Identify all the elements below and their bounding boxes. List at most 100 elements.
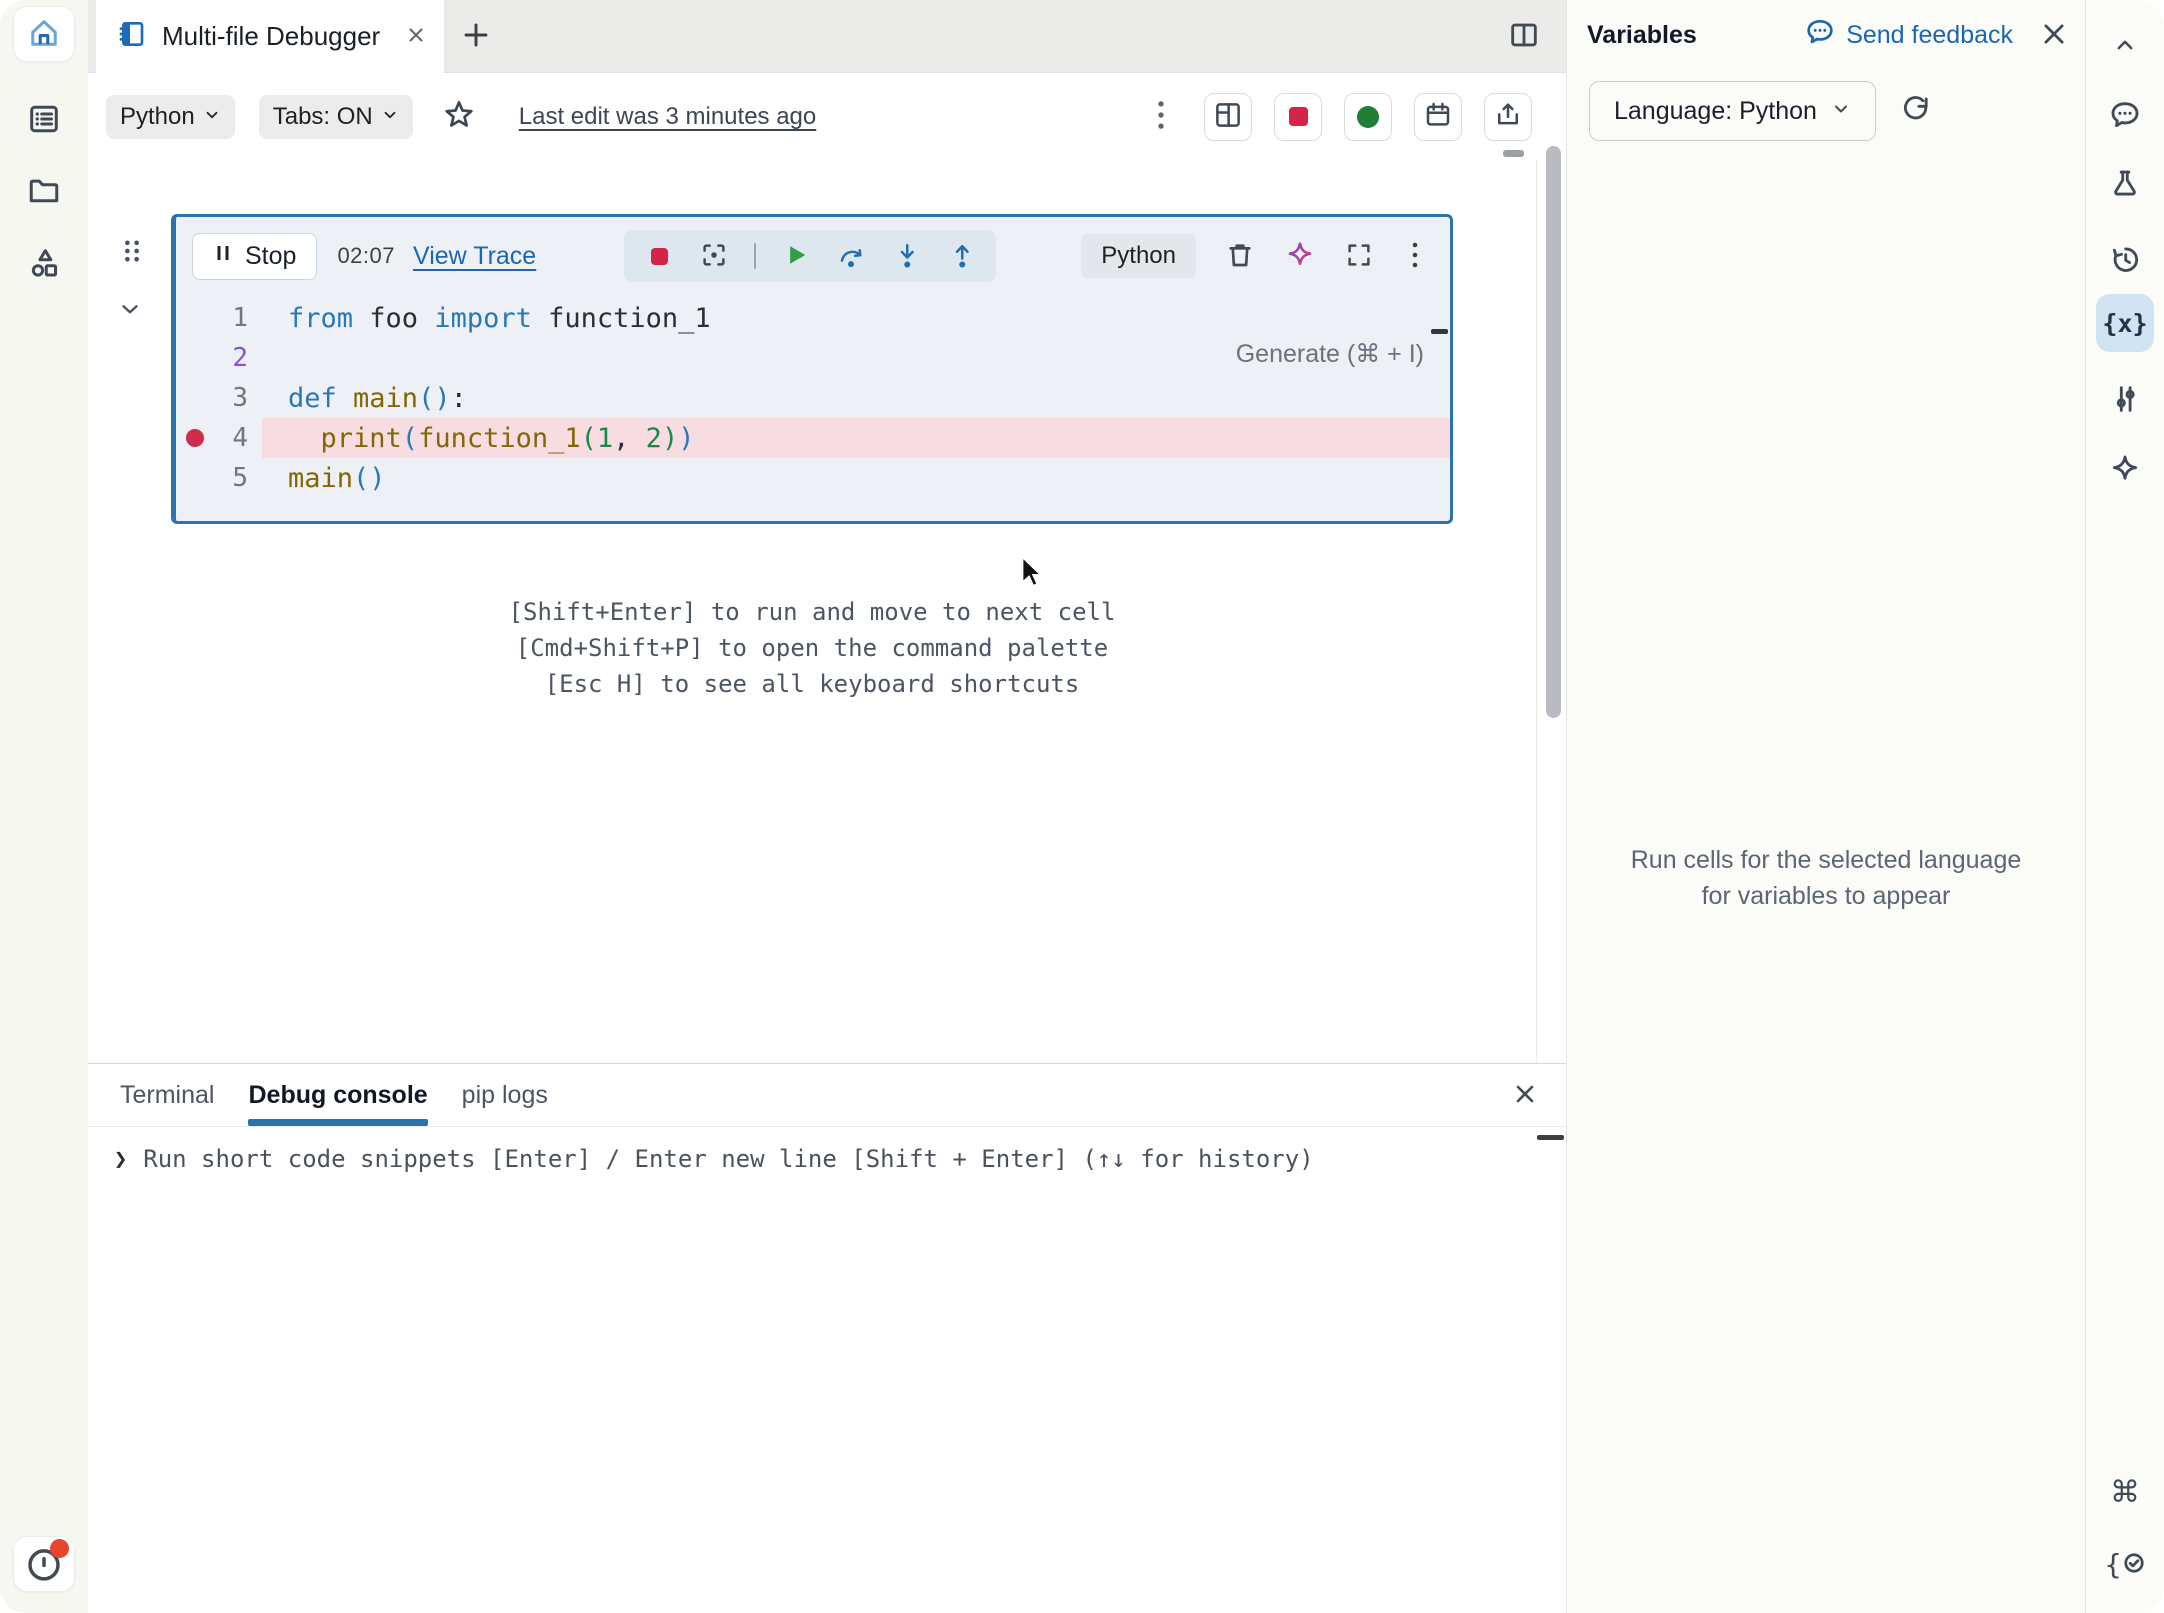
- stop-machine-button[interactable]: [1274, 93, 1322, 141]
- code-line-breakpoint[interactable]: 4 print(function_1(1, 2)): [176, 418, 1450, 458]
- tab-debug-console[interactable]: Debug console: [248, 1064, 427, 1126]
- tab-title: Multi-file Debugger: [162, 21, 390, 52]
- stop-debugger-button[interactable]: [644, 241, 674, 271]
- settings-sliders-button[interactable]: [2097, 376, 2153, 424]
- code-token: :: [451, 383, 467, 414]
- code-token: (: [402, 423, 418, 454]
- refresh-variables-button[interactable]: [1896, 91, 1936, 131]
- fullscreen-button[interactable]: [1344, 240, 1374, 273]
- code-snippets-button[interactable]: {: [2097, 1540, 2153, 1588]
- history-clock-button[interactable]: [13, 1536, 75, 1592]
- code-token: (): [418, 383, 451, 414]
- tab-pip-logs[interactable]: pip logs: [462, 1064, 548, 1126]
- last-edit-link[interactable]: Last edit was 3 minutes ago: [519, 103, 817, 131]
- right-icon-rail: {x} ⌘ {: [2085, 0, 2164, 1613]
- toolbar-right-actions: [1144, 93, 1548, 141]
- notebook-toolbar: Python Tabs: ON Last edit was 3 minutes: [88, 73, 1566, 160]
- console-placeholder: Run short code snippets [Enter] / Enter …: [143, 1145, 1313, 1173]
- cell-more-options-button[interactable]: [1402, 237, 1428, 276]
- console-close-button[interactable]: [1510, 1080, 1540, 1110]
- sidebar-item-files[interactable]: [13, 164, 75, 220]
- breakpoint-icon[interactable]: [186, 429, 204, 447]
- cell-language-badge[interactable]: Python: [1081, 234, 1196, 278]
- code-token: main: [353, 383, 418, 414]
- console-input[interactable]: ❯ Run short code snippets [Enter] / Ente…: [88, 1127, 1566, 1173]
- code-token: [288, 423, 321, 454]
- step-over-button[interactable]: [836, 241, 866, 271]
- tab-close-button[interactable]: [404, 23, 428, 50]
- shapes-icon: [26, 245, 62, 284]
- console-scroll-indicator[interactable]: [1537, 1135, 1564, 1140]
- plus-icon: [460, 19, 492, 54]
- cell-collapse-button[interactable]: [117, 296, 143, 325]
- command-palette-button[interactable]: ⌘: [2097, 1468, 2153, 1516]
- schedule-button[interactable]: [1414, 93, 1462, 141]
- step-out-button[interactable]: [946, 241, 976, 271]
- home-button[interactable]: [13, 6, 75, 62]
- chevron-down-icon: [1831, 97, 1851, 126]
- history-panel-button[interactable]: [2097, 236, 2153, 284]
- favorite-star-button[interactable]: [437, 95, 481, 139]
- divider: [754, 243, 756, 269]
- code-line[interactable]: 5 main(): [176, 458, 1450, 498]
- variables-language-row: Language: Python: [1589, 81, 2085, 141]
- brace-glyph: {: [2105, 1548, 2122, 1581]
- collapse-panel-button[interactable]: [2097, 22, 2153, 70]
- line-number: 5: [214, 463, 248, 493]
- split-view-icon: [1507, 18, 1541, 55]
- share-button[interactable]: [1484, 93, 1532, 141]
- breakpoint-gutter[interactable]: [176, 429, 214, 447]
- trash-icon: [1224, 239, 1256, 274]
- experiments-panel-button[interactable]: [2097, 160, 2153, 208]
- cell-scrollbar[interactable]: [1431, 329, 1448, 334]
- notebook-scrollbar[interactable]: [1546, 146, 1561, 718]
- variables-icon: {x}: [2102, 309, 2147, 338]
- layout-button[interactable]: [1204, 93, 1252, 141]
- horizontal-scroll-indicator[interactable]: [1503, 150, 1524, 157]
- cell-drag-handle[interactable]: [118, 237, 146, 268]
- stop-debug-button[interactable]: Stop: [192, 233, 317, 280]
- machine-status-button[interactable]: [1344, 93, 1392, 141]
- sidebar-item-integrations[interactable]: [13, 236, 75, 292]
- focus-breakpoint-button[interactable]: [699, 241, 729, 271]
- view-trace-link[interactable]: View Trace: [413, 242, 536, 271]
- delete-cell-button[interactable]: [1224, 239, 1256, 274]
- code-line[interactable]: 1 from foo import function_1: [176, 298, 1450, 338]
- code-editor[interactable]: 1 from foo import function_1 2 3 def mai…: [176, 295, 1450, 498]
- tabs-toggle-label: Tabs: ON: [273, 103, 373, 131]
- language-dropdown[interactable]: Python: [106, 95, 235, 139]
- ai-panel-button[interactable]: [2097, 446, 2153, 494]
- code-token: main: [288, 463, 353, 494]
- variables-panel-button[interactable]: {x}: [2096, 294, 2154, 352]
- tab-terminal[interactable]: Terminal: [120, 1064, 214, 1126]
- command-icon: ⌘: [2110, 1475, 2140, 1510]
- split-view-button[interactable]: [1500, 0, 1548, 73]
- tab-multi-file-debugger[interactable]: Multi-file Debugger: [96, 0, 444, 73]
- panel-title: Variables: [1587, 21, 1697, 50]
- more-options-button[interactable]: [1144, 93, 1178, 141]
- tabs-toggle-dropdown[interactable]: Tabs: ON: [259, 95, 413, 139]
- code-cell: Stop 02:07 View Trace: [171, 214, 1453, 524]
- send-feedback-link[interactable]: Send feedback: [1804, 16, 2013, 55]
- ai-assist-button[interactable]: [1284, 239, 1316, 274]
- generate-ai-hint[interactable]: Generate (⌘ + I): [1236, 339, 1424, 369]
- line-number: 2: [214, 343, 248, 373]
- sidebar-item-outline[interactable]: [13, 92, 75, 148]
- code-text: print(function_1(1, 2)): [262, 418, 1450, 458]
- hint-line: [Shift+Enter] to run and move to next ce…: [88, 594, 1536, 630]
- code-token: (: [581, 423, 597, 454]
- debug-controls-group: [624, 230, 996, 282]
- code-line[interactable]: 3 def main():: [176, 378, 1450, 418]
- code-token: from: [288, 303, 369, 334]
- comment-bubble-icon: [2108, 98, 2142, 135]
- step-into-button[interactable]: [891, 241, 921, 271]
- variables-language-label: Language: Python: [1614, 97, 1817, 126]
- main-area: Multi-file Debugger Pyt: [88, 0, 1566, 1613]
- comments-panel-button[interactable]: [2097, 92, 2153, 140]
- continue-button[interactable]: [781, 241, 811, 271]
- code-token: function_1: [548, 303, 711, 334]
- variables-close-button[interactable]: [2037, 19, 2071, 53]
- new-tab-button[interactable]: [444, 0, 508, 73]
- flask-icon: [2108, 166, 2142, 203]
- variables-language-dropdown[interactable]: Language: Python: [1589, 81, 1876, 141]
